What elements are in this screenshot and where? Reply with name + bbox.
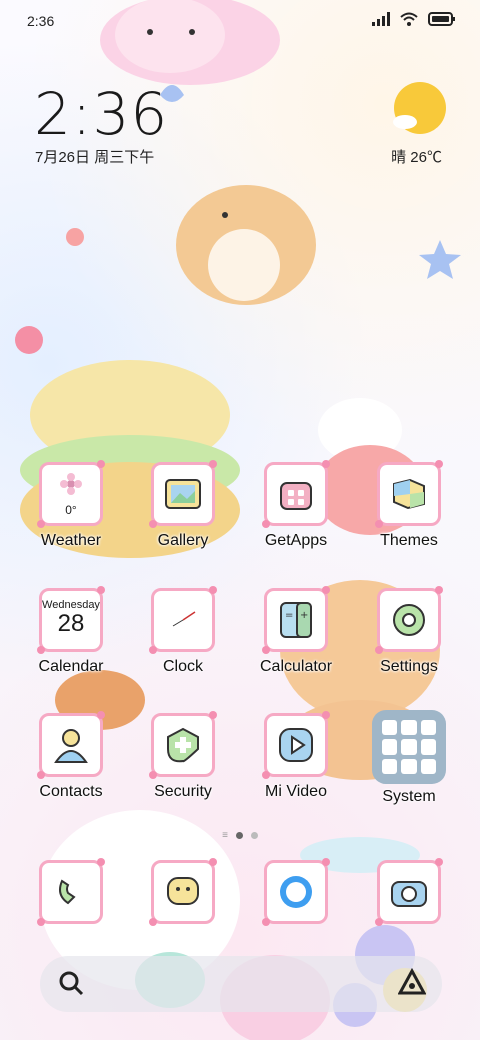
svg-text:=: = — [285, 610, 293, 621]
app-security[interactable]: Security — [127, 711, 239, 801]
app-label: Themes — [380, 532, 438, 549]
app-label: System — [382, 788, 436, 805]
flower-icon — [60, 472, 82, 495]
messages-icon — [149, 858, 217, 926]
app-calendar[interactable]: Wednesday 28 Calendar — [15, 586, 127, 676]
system-folder-icon — [372, 710, 446, 784]
dock-phone[interactable] — [15, 858, 127, 926]
app-label: Weather — [40, 532, 102, 549]
contacts-icon — [37, 711, 105, 779]
assistant-icon[interactable] — [397, 967, 427, 1001]
menu-lines-icon: ≡ — [222, 830, 228, 841]
app-clock[interactable]: Clock — [127, 586, 239, 676]
weather-app-icon: 0° — [37, 460, 105, 528]
app-label: Calculator — [259, 658, 333, 675]
play-icon — [262, 711, 330, 779]
app-mivideo[interactable]: Mi Video — [240, 711, 352, 801]
svg-text:+: + — [300, 610, 308, 621]
app-weather[interactable]: 0° Weather — [15, 460, 127, 550]
lockscreen-clock[interactable]: 2:36 — [34, 80, 168, 148]
page-dot-active[interactable] — [235, 832, 243, 839]
search-icon — [58, 970, 84, 1001]
status-time: 2:36 — [27, 13, 55, 29]
dock-messages[interactable] — [127, 858, 239, 926]
clock-icon — [149, 586, 217, 654]
page-indicator[interactable]: ≡ — [0, 830, 480, 841]
battery-icon — [428, 12, 456, 31]
app-settings[interactable]: Settings — [353, 586, 465, 676]
getapps-icon — [262, 460, 330, 528]
dock-camera[interactable] — [353, 858, 465, 926]
phone-icon — [37, 858, 105, 926]
app-themes[interactable]: Themes — [353, 460, 465, 550]
camera-icon — [375, 858, 443, 926]
calendar-day: 28 — [57, 610, 85, 637]
app-label: Clock — [162, 658, 203, 675]
app-label: Calendar — [38, 658, 104, 675]
app-label: Gallery — [157, 532, 209, 549]
app-gallery[interactable]: Gallery — [127, 460, 239, 550]
search-bar[interactable] — [40, 956, 442, 1012]
status-bar: 2:36 — [0, 0, 480, 40]
dock-browser[interactable] — [240, 858, 352, 926]
app-label: Contacts — [39, 783, 103, 800]
security-shield-icon — [149, 711, 217, 779]
gallery-icon — [149, 460, 217, 528]
app-label: Security — [154, 783, 212, 800]
weather-widget-text[interactable]: 晴 26℃ — [391, 146, 442, 167]
signal-icon — [372, 12, 390, 31]
app-label: Mi Video — [265, 783, 327, 800]
calendar-icon: Wednesday 28 — [37, 586, 105, 654]
app-label: GetApps — [264, 532, 328, 549]
date-label[interactable]: 7月26日 周三下午 — [35, 146, 154, 167]
folder-system[interactable]: System — [353, 710, 465, 806]
app-contacts[interactable]: Contacts — [15, 711, 127, 801]
page-dot[interactable] — [250, 832, 258, 839]
calculator-icon: + = — [262, 586, 330, 654]
themes-icon — [375, 460, 443, 528]
settings-gear-icon — [375, 586, 443, 654]
wifi-icon — [400, 12, 418, 31]
status-icons — [372, 12, 456, 31]
weather-temp: 0° — [65, 502, 77, 517]
app-label: Settings — [380, 658, 438, 675]
app-getapps[interactable]: GetApps — [240, 460, 352, 550]
browser-icon — [262, 858, 330, 926]
app-calculator[interactable]: + = Calculator — [240, 586, 352, 676]
